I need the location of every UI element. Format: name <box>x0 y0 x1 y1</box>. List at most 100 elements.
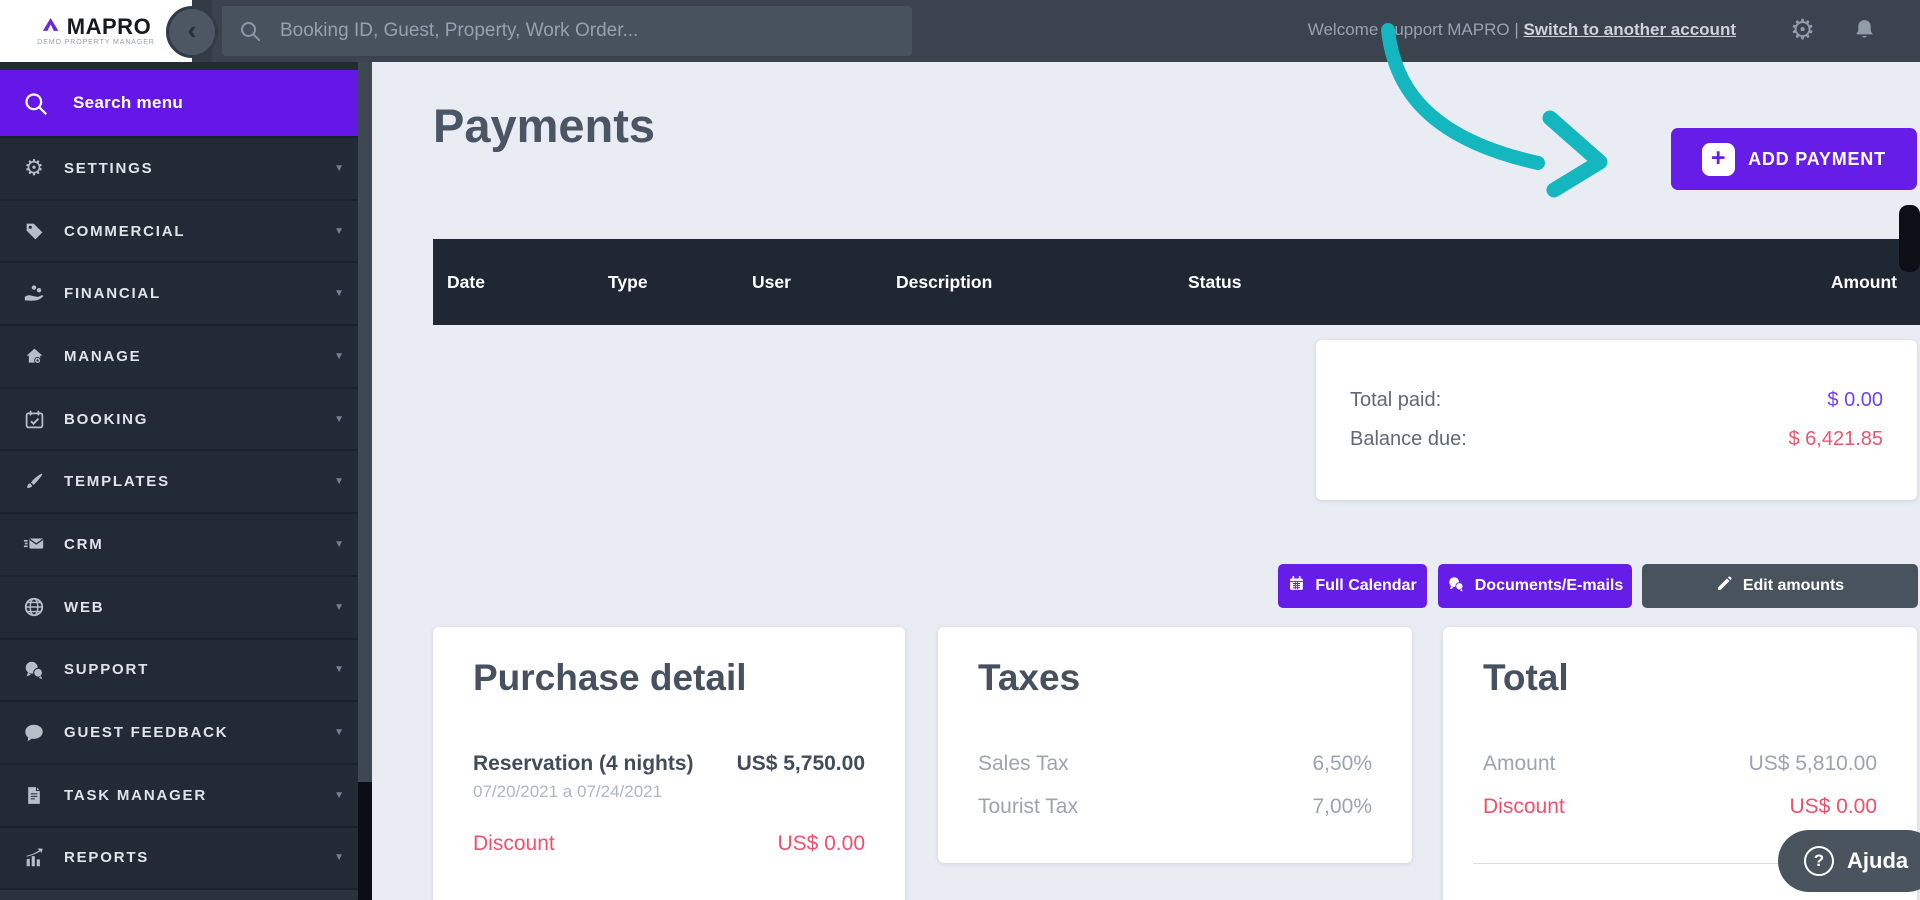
sidebar-item-reports[interactable]: REPORTS ▼ <box>0 826 358 889</box>
total-amount-row: Amount US$ 5,810.00 <box>1483 752 1877 776</box>
plus-icon: + <box>1702 143 1735 176</box>
sidebar-item-support[interactable]: SUPPORT ▼ <box>0 638 358 701</box>
notifications-bell-icon[interactable] <box>1852 17 1877 48</box>
sales-tax-row: Sales Tax 6,50% <box>978 752 1372 776</box>
sidebar-scrollbar-thumb[interactable] <box>358 782 372 900</box>
logo[interactable]: MAPRO DEMO PROPERTY MANAGER <box>0 0 192 62</box>
sidebar-item-crm[interactable]: CRM ▼ <box>0 512 358 575</box>
chevron-down-icon: ▼ <box>334 351 344 362</box>
question-icon: ? <box>1804 846 1834 876</box>
column-amount: Amount <box>1831 239 1897 325</box>
sidebar-item-web[interactable]: WEB ▼ <box>0 575 358 638</box>
sidebar-item-templates[interactable]: TEMPLATES ▼ <box>0 449 358 512</box>
column-status: Status <box>1188 239 1241 325</box>
calendar-icon <box>1288 575 1305 597</box>
logo-brand-text: MAPRO <box>67 17 151 37</box>
total-paid-row: Total paid: $ 0.00 <box>1350 389 1883 412</box>
search-icon <box>238 19 262 43</box>
price-tag-icon <box>18 221 50 242</box>
settings-gear-icon[interactable]: ⚙ <box>1790 13 1815 47</box>
reservation-label: Reservation (4 nights) <box>473 752 694 776</box>
discount-value: US$ 0.00 <box>777 832 865 856</box>
chat-bubbles-icon <box>1447 575 1465 598</box>
sidebar-item-task-manager[interactable]: TASK MANAGER ▼ <box>0 763 358 826</box>
total-amount-label: Amount <box>1483 752 1555 776</box>
purchase-detail-title: Purchase detail <box>473 657 747 699</box>
add-payment-button[interactable]: + ADD PAYMENT <box>1671 128 1917 190</box>
sidebar-item-commercial[interactable]: COMMERCIAL ▼ <box>0 199 358 262</box>
gear-icon: ⚙ <box>18 157 50 179</box>
payments-table-header: Date Type User Description Status Amount <box>433 239 1920 325</box>
chevron-down-icon: ▼ <box>334 226 344 237</box>
full-calendar-label: Full Calendar <box>1315 577 1416 595</box>
taxes-card: Taxes Sales Tax 6,50% Tourist Tax 7,00% <box>938 627 1412 863</box>
tourist-tax-value: 7,00% <box>1312 795 1372 819</box>
house-gear-icon <box>18 346 50 367</box>
chevron-down-icon: ▼ <box>334 539 344 550</box>
sidebar-search-label: Search menu <box>73 93 183 113</box>
balance-due-row: Balance due: $ 6,421.85 <box>1350 428 1883 451</box>
chat-bubbles-icon <box>18 659 50 681</box>
logo-tagline: DEMO PROPERTY MANAGER <box>37 39 154 46</box>
edit-amounts-label: Edit amounts <box>1743 577 1844 595</box>
total-discount-label: Discount <box>1483 795 1565 819</box>
sales-tax-value: 6,50% <box>1312 752 1372 776</box>
sidebar-item-guest-feedback[interactable]: GUEST FEEDBACK ▼ <box>0 700 358 763</box>
page-scrollbar-thumb[interactable] <box>1899 205 1920 272</box>
sidebar-item-manage[interactable]: MANAGE ▼ <box>0 324 358 387</box>
reservation-row: Reservation (4 nights) US$ 5,750.00 <box>473 752 865 776</box>
chevron-down-icon: ▼ <box>334 602 344 613</box>
chevron-down-icon: ▼ <box>334 664 344 675</box>
chevron-down-icon: ▼ <box>334 288 344 299</box>
sidebar-search-menu[interactable]: Search menu <box>0 70 358 136</box>
column-type: Type <box>608 239 648 325</box>
sidebar-item-financial[interactable]: FINANCIAL ▼ <box>0 261 358 324</box>
page-title: Payments <box>433 98 655 153</box>
column-description: Description <box>896 239 992 325</box>
chevron-down-icon: ▼ <box>334 476 344 487</box>
welcome-text: Welcome Support MAPRO | Switch to anothe… <box>1308 20 1736 40</box>
bar-chart-icon <box>18 847 50 869</box>
add-payment-label: ADD PAYMENT <box>1748 149 1886 170</box>
chevron-down-icon: ▼ <box>334 163 344 174</box>
sidebar-menu-list: ⚙ SETTINGS ▼ COMMERCIAL ▼ FINANCIAL ▼ <box>0 136 358 900</box>
total-discount-row: Discount US$ 0.00 <box>1483 795 1877 819</box>
calendar-check-icon <box>18 409 50 430</box>
reservation-dates: 07/20/2021 a 07/24/2021 <box>473 782 662 802</box>
pencil-icon <box>1716 575 1733 597</box>
help-button[interactable]: ? Ajuda <box>1778 830 1920 892</box>
sidebar-item-booking[interactable]: BOOKING ▼ <box>0 387 358 450</box>
total-amount-value: US$ 5,810.00 <box>1749 752 1877 776</box>
sidebar-item-settings[interactable]: ⚙ SETTINGS ▼ <box>0 136 358 199</box>
envelope-send-icon <box>18 533 50 555</box>
balance-due-label: Balance due: <box>1350 428 1467 451</box>
total-paid-value: $ 0.00 <box>1827 389 1883 412</box>
sidebar-scrollbar-track[interactable] <box>358 62 372 900</box>
chevron-down-icon: ▼ <box>334 852 344 863</box>
chevron-down-icon: ▼ <box>334 727 344 738</box>
sidebar-item-partial[interactable] <box>0 888 358 900</box>
app-root: MAPRO DEMO PROPERTY MANAGER ‹ Welcome Su… <box>0 0 1920 900</box>
payment-summary-card: Total paid: $ 0.00 Balance due: $ 6,421.… <box>1316 340 1917 500</box>
full-calendar-button[interactable]: Full Calendar <box>1278 564 1427 608</box>
column-date: Date <box>447 239 485 325</box>
globe-icon <box>18 596 50 618</box>
edit-amounts-button[interactable]: Edit amounts <box>1642 564 1918 608</box>
sidebar-collapse-button[interactable]: ‹ <box>166 6 218 58</box>
sidebar: Search menu ⚙ SETTINGS ▼ COMMERCIAL ▼ FI… <box>0 62 358 900</box>
column-user: User <box>752 239 791 325</box>
help-label: Ajuda <box>1847 848 1908 874</box>
documents-emails-button[interactable]: Documents/E-mails <box>1438 564 1632 608</box>
total-title: Total <box>1483 657 1569 699</box>
switch-account-link[interactable]: Switch to another account <box>1523 20 1736 39</box>
documents-emails-label: Documents/E-mails <box>1475 577 1623 595</box>
total-paid-label: Total paid: <box>1350 389 1441 412</box>
logo-caret-icon <box>41 16 63 37</box>
tourist-tax-label: Tourist Tax <box>978 795 1078 819</box>
global-search[interactable] <box>222 6 912 56</box>
global-search-input[interactable] <box>280 20 880 42</box>
chevron-down-icon: ▼ <box>334 414 344 425</box>
brush-icon <box>18 471 50 492</box>
purchase-discount-row: Discount US$ 0.00 <box>473 832 865 856</box>
balance-due-value: $ 6,421.85 <box>1788 428 1883 451</box>
